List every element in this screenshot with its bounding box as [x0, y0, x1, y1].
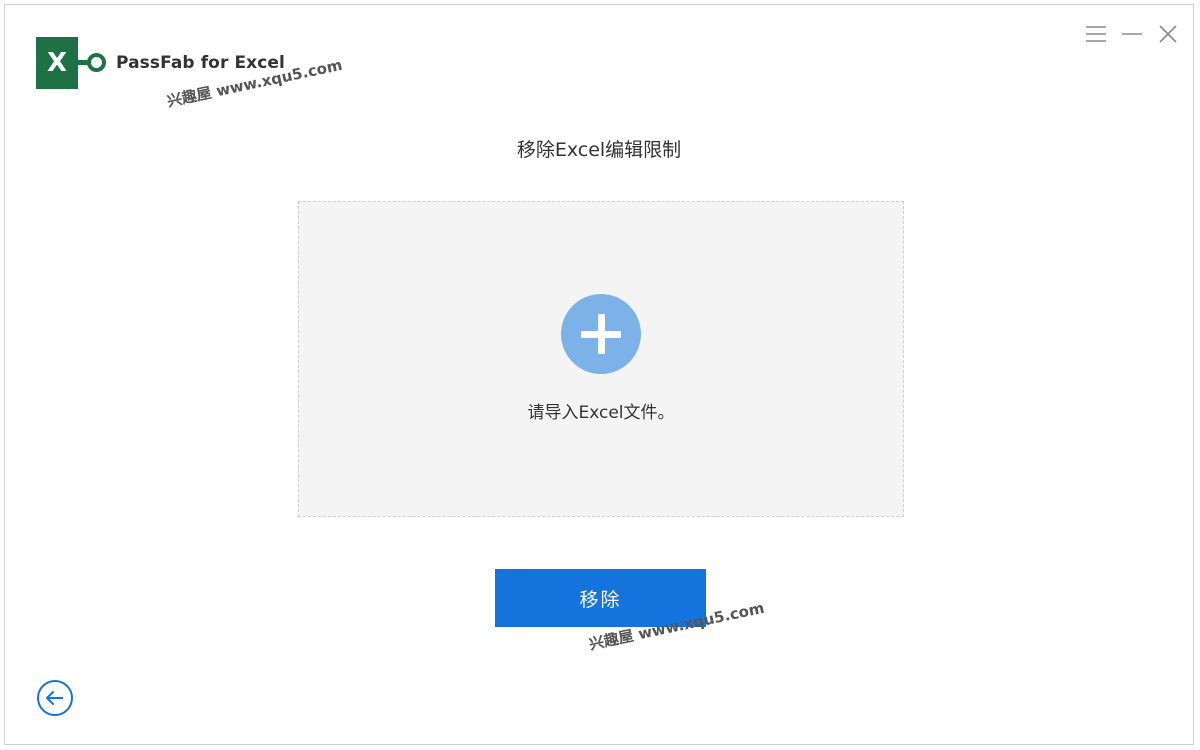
arrow-left-circle-icon[interactable] — [36, 679, 74, 717]
app-window: X PassFab for Excel 移除Excel编辑限制 请导入Excel… — [4, 4, 1194, 745]
minimize-icon[interactable] — [1121, 23, 1143, 45]
add-plus-icon[interactable] — [561, 294, 641, 374]
hamburger-menu-icon[interactable] — [1085, 23, 1107, 45]
excel-key-logo-icon: X — [36, 37, 108, 89]
page-title: 移除Excel编辑限制 — [516, 139, 682, 161]
app-logo: X PassFab for Excel — [36, 37, 285, 89]
drop-zone-hint: 请导入Excel文件。 — [527, 403, 675, 423]
logo-letter: X — [36, 37, 78, 89]
file-drop-zone[interactable]: 请导入Excel文件。 — [298, 201, 904, 517]
remove-button[interactable]: 移除 — [495, 569, 706, 627]
close-icon[interactable] — [1157, 23, 1179, 45]
window-controls — [1085, 23, 1179, 45]
app-name: PassFab for Excel — [116, 53, 285, 73]
